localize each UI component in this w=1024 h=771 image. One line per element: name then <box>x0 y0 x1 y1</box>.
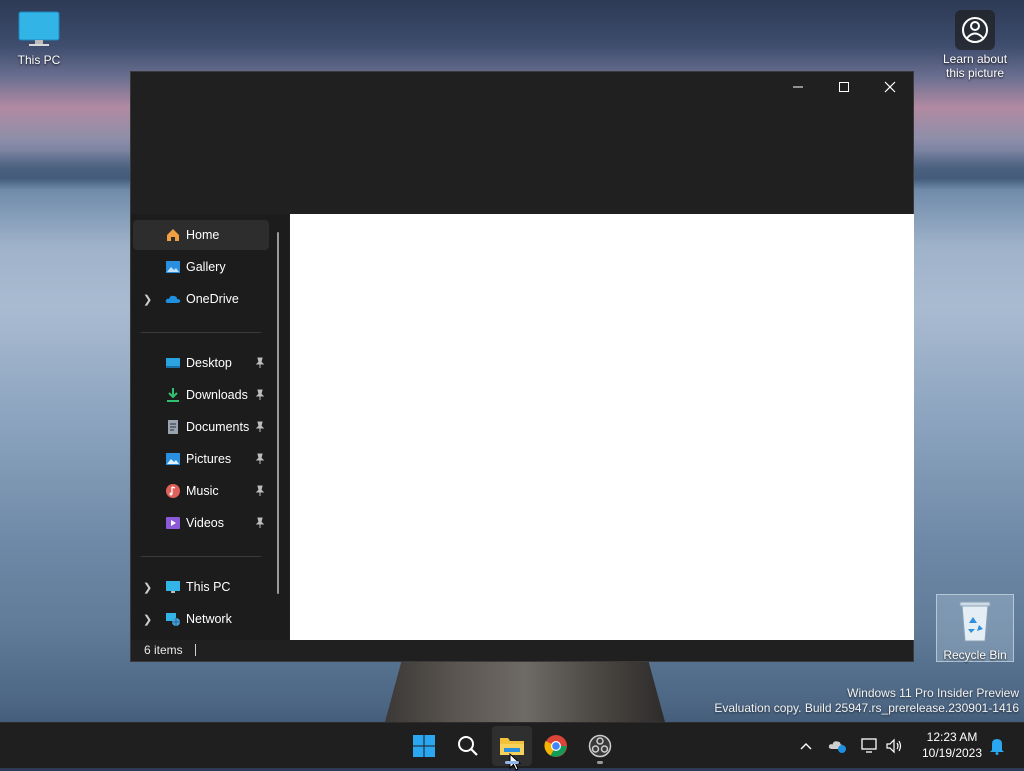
download-icon <box>167 388 179 402</box>
nav-scrollbar[interactable] <box>277 232 279 594</box>
speaker-icon <box>886 738 902 754</box>
nav-item-videos[interactable]: Videos <box>133 508 269 538</box>
content-area[interactable] <box>290 214 914 640</box>
network-status-icon <box>861 738 877 753</box>
picture-icon <box>166 453 180 465</box>
taskbar[interactable]: 12:23 AM 10/19/2023 <box>0 722 1024 771</box>
show-hidden-icons-button[interactable] <box>794 723 818 769</box>
search-button[interactable] <box>448 726 488 766</box>
nav-item-label: Home <box>186 228 220 242</box>
nav-item-label: Network <box>186 612 232 626</box>
nav-divider <box>141 556 261 557</box>
nav-item-network[interactable]: ❯ Network <box>133 604 269 634</box>
maximize-button[interactable] <box>821 72 867 102</box>
monitor-icon <box>166 581 180 593</box>
status-bar: 6 items <box>131 639 913 661</box>
chevron-right-icon[interactable]: ❯ <box>143 613 153 626</box>
nav-item-label: Downloads <box>186 388 248 402</box>
nav-item-music[interactable]: Music <box>133 476 269 506</box>
nav-item-desktop[interactable]: Desktop <box>133 348 269 378</box>
nav-item-label: Gallery <box>186 260 226 274</box>
nav-item-label: Videos <box>186 516 224 530</box>
pin-icon[interactable] <box>255 389 265 401</box>
nav-item-gallery[interactable]: Gallery <box>133 252 269 282</box>
nav-divider <box>141 332 261 333</box>
pin-icon[interactable] <box>255 485 265 497</box>
camera-aperture-icon <box>962 17 988 43</box>
title-bar[interactable] <box>131 72 913 102</box>
tray-onedrive[interactable] <box>826 723 850 769</box>
item-count: 6 items <box>144 643 183 657</box>
chevron-right-icon[interactable]: ❯ <box>143 293 153 306</box>
recycle-bin-icon <box>959 601 991 642</box>
minimize-icon <box>793 86 803 88</box>
pin-icon[interactable] <box>255 421 265 433</box>
nav-item-this-pc[interactable]: ❯ This PC <box>133 572 269 602</box>
windows-logo-icon <box>413 735 435 757</box>
desktop-icon-label: Learn about this picture <box>942 52 1008 80</box>
desktop-icon-this-pc[interactable]: This PC <box>4 10 74 67</box>
nav-item-label: This PC <box>186 580 231 594</box>
video-icon <box>166 517 180 529</box>
running-indicator <box>505 761 519 764</box>
nav-item-onedrive[interactable]: ❯ OneDrive <box>133 284 269 314</box>
taskbar-file-explorer[interactable] <box>492 726 532 771</box>
taskbar-chrome[interactable] <box>536 726 576 766</box>
watermark-edition: Windows 11 Pro Insider Preview <box>847 686 1019 700</box>
search-icon <box>458 736 478 756</box>
clock-time: 12:23 AM <box>926 730 978 744</box>
file-explorer-window[interactable]: Home Gallery ❯ OneDrive Desktop Download… <box>130 71 914 662</box>
clock-date: 10/19/2023 <box>921 746 983 760</box>
music-icon <box>166 484 180 498</box>
chevron-up-icon <box>800 743 812 750</box>
desktop-icon-learn-about-picture[interactable]: Learn about this picture <box>938 10 1012 80</box>
chrome-icon <box>544 735 567 757</box>
chevron-right-icon[interactable]: ❯ <box>143 581 153 594</box>
start-button[interactable] <box>404 726 444 766</box>
tray-volume[interactable] <box>882 723 906 769</box>
watermark-build: Evaluation copy. Build 25947.rs_prerelea… <box>714 701 1019 715</box>
close-button[interactable] <box>867 72 913 102</box>
nav-item-downloads[interactable]: Downloads <box>133 380 269 410</box>
running-indicator <box>597 761 603 764</box>
desktop-icon-label: This PC <box>17 53 61 67</box>
navigation-pane[interactable]: Home Gallery ❯ OneDrive Desktop Download… <box>131 214 289 640</box>
nav-item-label: Documents <box>186 420 250 434</box>
taskbar-clock[interactable]: 12:23 AM 10/19/2023 <box>912 729 992 761</box>
cloud-icon <box>165 295 181 303</box>
taskbar-obs[interactable] <box>580 726 620 766</box>
nav-item-home[interactable]: Home <box>133 220 269 250</box>
pin-icon[interactable] <box>255 357 265 369</box>
status-separator <box>194 644 196 656</box>
monitor-icon <box>18 11 60 46</box>
pin-icon[interactable] <box>255 453 265 465</box>
nav-item-label: Music <box>186 484 219 498</box>
gallery-icon <box>166 261 180 273</box>
desktop-icon-label: Recycle Bin <box>943 648 1007 662</box>
desktop-icon-recycle-bin[interactable]: Recycle Bin <box>936 594 1014 662</box>
nav-item-label: OneDrive <box>186 292 239 306</box>
notification-button[interactable] <box>986 723 1008 769</box>
nav-item-documents[interactable]: Documents <box>133 412 269 442</box>
bell-icon <box>990 739 1004 755</box>
obs-icon <box>588 734 612 758</box>
onedrive-sync-icon <box>828 741 846 753</box>
pin-icon[interactable] <box>255 517 265 529</box>
wallpaper-pier <box>385 660 665 722</box>
nav-item-label: Pictures <box>186 452 232 466</box>
tray-network[interactable] <box>858 723 882 769</box>
network-icon <box>166 613 180 626</box>
home-icon <box>167 229 179 241</box>
minimize-button[interactable] <box>775 72 821 102</box>
windows-watermark: Windows 11 Pro Insider Preview Evaluatio… <box>714 686 1019 716</box>
close-icon <box>884 81 896 93</box>
document-icon <box>168 420 178 434</box>
desktop-folder-icon <box>166 358 180 368</box>
nav-item-label: Desktop <box>186 356 232 370</box>
maximize-icon <box>839 82 849 92</box>
nav-item-pictures[interactable]: Pictures <box>133 444 269 474</box>
